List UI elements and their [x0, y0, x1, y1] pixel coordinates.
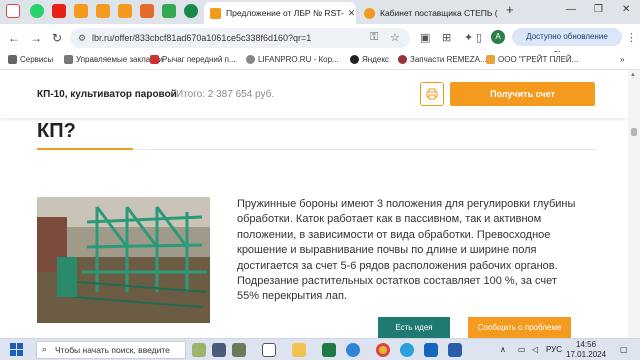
taskbar-app-icon-3[interactable] — [232, 343, 246, 357]
windows-start-icon[interactable] — [10, 343, 23, 356]
gmail-tab-icon[interactable] — [6, 4, 20, 18]
bookmarks-overflow-icon[interactable]: » — [620, 55, 624, 64]
youtube-tab-icon[interactable] — [52, 4, 66, 18]
app-tab-icon-1[interactable] — [74, 4, 88, 18]
notifications-icon[interactable]: ▢ — [620, 345, 628, 354]
section-heading: КП? — [37, 120, 76, 142]
clock-date: 17.01.2024 — [566, 350, 607, 359]
app-tab-icon-3[interactable] — [118, 4, 132, 18]
drive-tab-icon[interactable] — [162, 4, 176, 18]
taskbar-app-icon-1[interactable] — [192, 343, 206, 357]
extension-icon-1[interactable]: ▣ — [420, 31, 430, 44]
product-title: КП-10, культиватор паровой — [37, 89, 177, 100]
taskbar-search-input[interactable]: Чтобы начать поиск, введите — [36, 341, 186, 359]
offer-total: Итого: 2 387 654 руб. — [176, 89, 275, 100]
site-favicon-icon — [246, 55, 255, 64]
product-photo — [37, 197, 210, 323]
bookmark-apps[interactable]: Сервисы — [8, 55, 53, 64]
clock[interactable]: 14:56 17.01.2024 — [566, 340, 606, 360]
yandex-icon — [350, 55, 359, 64]
back-arrow-icon[interactable]: ← — [8, 31, 20, 45]
reload-icon[interactable]: ↻ — [52, 31, 62, 45]
bookmarks-bar: Сервисы Управляемые закладки Рычаг перед… — [0, 52, 640, 70]
clock-time: 14:56 — [576, 340, 597, 349]
close-tab-icon[interactable]: ✕ — [344, 8, 356, 19]
taskbar-app-icon-2[interactable] — [212, 343, 226, 357]
chrome-update-button[interactable]: Доступно обновление Chrome — [512, 28, 622, 59]
key-icon[interactable]: ⚿ — [370, 31, 378, 44]
language-indicator[interactable]: РУС — [546, 345, 562, 354]
minimize-icon[interactable]: — — [566, 4, 576, 15]
scroll-up-icon[interactable]: ▲ — [630, 72, 636, 78]
telegram-icon[interactable] — [400, 343, 414, 357]
bookmark-star-icon[interactable]: ☆ — [390, 31, 400, 44]
search-icon: ⌕ — [42, 344, 48, 354]
idea-button[interactable]: Есть идея — [378, 317, 450, 338]
site-favicon-icon — [150, 55, 159, 64]
task-view-icon[interactable] — [262, 343, 276, 357]
tab-strip: Предложение от ЛБР № RST- ✕ Кабинет пост… — [0, 0, 640, 24]
bookmark-remeza[interactable]: Запчасти REMEZA... — [398, 55, 487, 64]
volume-icon[interactable]: ◁ — [532, 345, 538, 354]
lbr-favicon-icon — [210, 7, 221, 19]
tab-title: Предложение от ЛБР № RST- — [226, 8, 344, 18]
tab-supplier-cabinet[interactable]: Кабинет поставщика СТЕПЬ ( ✕ — [358, 2, 498, 24]
excel-icon[interactable] — [322, 343, 336, 357]
tab-title: Кабинет поставщика СТЕПЬ ( — [380, 8, 498, 18]
site-favicon-icon — [398, 55, 407, 64]
whatsapp-tab-icon[interactable] — [30, 4, 44, 18]
sidepanel-icon[interactable]: ▯ — [476, 31, 482, 44]
bookmark-yandex[interactable]: Яндекс — [350, 55, 389, 64]
apps-grid-icon — [8, 55, 17, 64]
tab-active-offer[interactable]: Предложение от ЛБР № RST- ✕ — [204, 2, 356, 24]
file-explorer-icon[interactable] — [292, 343, 306, 357]
report-problem-button[interactable]: Сообщить о проблеме — [468, 317, 571, 338]
cultivator-image — [37, 197, 210, 323]
menu-dots-icon[interactable]: ⋮ — [626, 31, 637, 44]
get-invoice-button[interactable]: Получить счет — [450, 82, 595, 106]
maximize-icon[interactable]: ❐ — [594, 4, 603, 15]
app-tab-icon-2[interactable] — [96, 4, 110, 18]
bookmark-managed[interactable]: Управляемые закладки — [64, 55, 163, 64]
word-icon[interactable] — [448, 343, 462, 357]
app-tab-icon-4[interactable] — [140, 4, 154, 18]
print-button[interactable] — [420, 82, 444, 106]
printer-icon — [426, 88, 438, 100]
extensions-puzzle-icon[interactable]: ✦ — [464, 31, 473, 44]
outlook-icon[interactable] — [424, 343, 438, 357]
profile-avatar[interactable]: A — [491, 30, 505, 44]
product-description: Пружинные бороны имеют 3 положения для р… — [237, 198, 576, 303]
url-text: lbr.ru/offer/833cbcf81ad670a1061ce5c338f… — [92, 33, 312, 43]
new-tab-button[interactable]: + — [506, 2, 514, 17]
heading-underline — [37, 148, 133, 150]
supplier-favicon-icon — [364, 7, 375, 19]
page-content: КП? Пружинные бороны имеют 3 положения д… — [0, 70, 640, 338]
scroll-thumb[interactable] — [631, 128, 637, 136]
site-favicon-icon — [486, 55, 495, 64]
ie-icon[interactable] — [346, 343, 360, 357]
forward-arrow-icon[interactable]: → — [30, 31, 42, 45]
bookmark-lever[interactable]: Рычаг передний п... — [150, 55, 236, 64]
bookmark-lifanpro[interactable]: LIFANPRO.RU - Кор... — [246, 55, 339, 64]
tray-expand-icon[interactable]: ∧ — [500, 345, 506, 354]
app-tab-icon-5[interactable] — [184, 4, 198, 18]
chrome-icon[interactable] — [376, 343, 390, 357]
extension-icon-2[interactable]: ⊞ — [442, 31, 451, 44]
address-bar[interactable]: lbr.ru/offer/833cbcf81ad670a1061ce5c338f… — [70, 28, 410, 48]
folder-icon — [64, 55, 73, 64]
network-icon[interactable]: ▭ — [518, 345, 526, 354]
windows-taskbar: Чтобы начать поиск, введите ⌕ ∧ ▭ ◁ РУС … — [0, 338, 640, 360]
site-info-icon[interactable]: ⚙ — [78, 33, 86, 44]
close-window-icon[interactable]: ✕ — [622, 4, 630, 15]
sticky-offer-header: КП-10, культиватор паровой Итого: 2 387 … — [0, 70, 628, 118]
scrollbar[interactable]: ▲ — [628, 70, 640, 338]
bookmark-great-play[interactable]: ООО "ГРЕЙТ ПЛЕЙ... — [486, 55, 578, 64]
